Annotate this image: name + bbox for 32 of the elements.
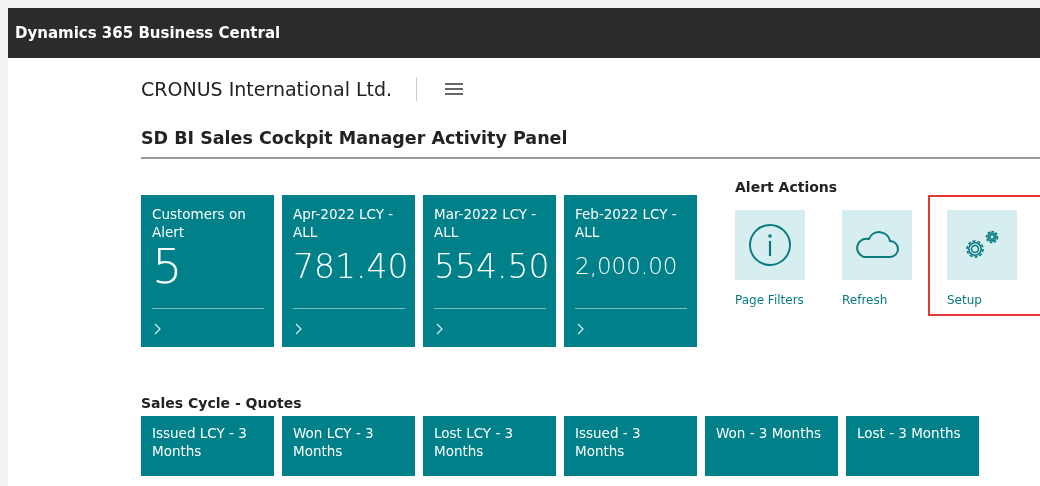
action-link[interactable]: Setup <box>947 293 982 307</box>
page-title: SD BI Sales Cockpit Manager Activity Panel <box>141 128 569 150</box>
cue-label: Issued - 3 Months <box>575 424 642 460</box>
cue-tile[interactable]: Mar-2022 LCY - ALL 554.50 <box>423 195 556 347</box>
cue-label: Won - 3 Months <box>716 424 823 442</box>
cue-label: Won LCY - 3 Months <box>293 424 375 460</box>
cue-label: Feb-2022 LCY - ALL <box>575 205 678 241</box>
cue-value: 781.40 <box>293 245 405 288</box>
cue-tile[interactable]: Issued - 3 Months <box>564 416 697 476</box>
cue-tile[interactable]: Feb-2022 LCY - ALL 2,000.00 <box>564 195 697 347</box>
cue-tile[interactable]: Issued LCY - 3 Months <box>141 416 274 476</box>
cue-label: Issued LCY - 3 Months <box>152 424 248 460</box>
cue-tile[interactable]: Won LCY - 3 Months <box>282 416 415 476</box>
cue-label: Mar-2022 LCY - ALL <box>434 205 538 241</box>
cue-value: 2,000.00 <box>575 251 679 281</box>
cue-tile[interactable]: Lost - 3 Months <box>846 416 979 476</box>
cue-tile[interactable]: Won - 3 Months <box>705 416 838 476</box>
cue-label: Lost - 3 Months <box>857 424 962 442</box>
section-title: Sales Cycle - Quotes <box>141 395 303 413</box>
cue-value: 554.50 <box>434 245 546 288</box>
cue-label: Lost LCY - 3 Months <box>434 424 515 460</box>
cue-tile[interactable]: Customers on Alert 5 <box>141 195 274 347</box>
company-name: CRONUS International Ltd. <box>141 78 393 100</box>
app-title: Dynamics 365 Business Central <box>15 24 281 42</box>
section-title: Alert Actions <box>735 179 839 195</box>
cue-tile[interactable]: Lost LCY - 3 Months <box>423 416 556 476</box>
cue-label: Apr-2022 LCY - ALL <box>293 205 395 241</box>
cue-label: Customers on Alert <box>152 205 247 241</box>
cue-value: 5 <box>152 241 184 291</box>
cue-tile[interactable]: Apr-2022 LCY - ALL 781.40 <box>282 195 415 347</box>
action-link[interactable]: Page Filters <box>735 293 804 307</box>
action-link[interactable]: Refresh <box>842 293 888 307</box>
